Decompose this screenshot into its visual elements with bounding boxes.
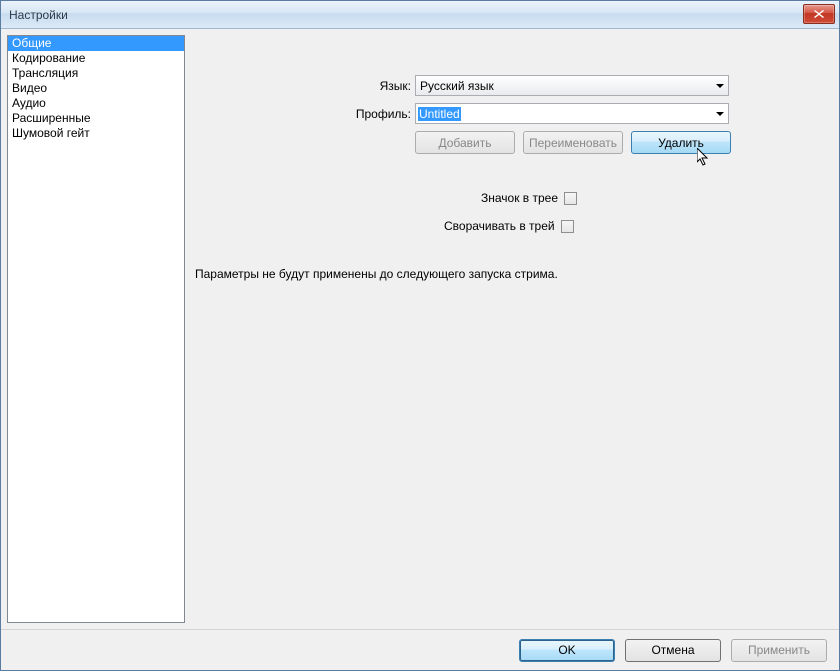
language-label: Язык: [191,79,415,93]
close-icon [814,10,824,18]
sidebar-item-advanced[interactable]: Расширенные [8,111,184,126]
category-list[interactable]: Общие Кодирование Трансляция Видео Аудио… [7,35,185,623]
sidebar-item-general[interactable]: Общие [8,36,184,51]
ok-button[interactable]: OK [519,639,615,662]
profile-value: Untitled [418,107,461,121]
minimize-tray-label: Сворачивать в трей [444,219,555,233]
profile-label: Профиль: [191,107,415,121]
language-dropdown[interactable]: Русский язык [415,75,729,96]
apply-button: Применить [731,639,827,662]
delete-profile-button[interactable]: Удалить [631,131,731,154]
titlebar[interactable]: Настройки [1,1,839,29]
sidebar-item-noisegate[interactable]: Шумовой гейт [8,126,184,141]
language-value: Русский язык [420,79,494,93]
sidebar-item-video[interactable]: Видео [8,81,184,96]
add-profile-button: Добавить [415,131,515,154]
window-close-button[interactable] [803,4,835,24]
settings-panel: Язык: Русский язык Профиль: Untitled Доб… [191,35,833,623]
rename-profile-button: Переименовать [523,131,623,154]
dialog-button-bar: OK Отмена Применить [1,629,839,670]
sidebar-item-broadcast[interactable]: Трансляция [8,66,184,81]
restart-note: Параметры не будут применены до следующе… [195,267,558,281]
window-title: Настройки [9,8,68,22]
chevron-down-icon [716,84,724,88]
minimize-tray-checkbox[interactable] [561,220,574,233]
profile-combobox[interactable]: Untitled [415,103,729,124]
sidebar-item-encoding[interactable]: Кодирование [8,51,184,66]
sidebar-item-audio[interactable]: Аудио [8,96,184,111]
cancel-button[interactable]: Отмена [625,639,721,662]
tray-icon-checkbox[interactable] [564,192,577,205]
client-area: Общие Кодирование Трансляция Видео Аудио… [1,29,839,670]
chevron-down-icon [716,112,724,116]
tray-icon-label: Значок в трее [481,191,558,205]
settings-dialog: Настройки Общие Кодирование Трансляция В… [0,0,840,671]
